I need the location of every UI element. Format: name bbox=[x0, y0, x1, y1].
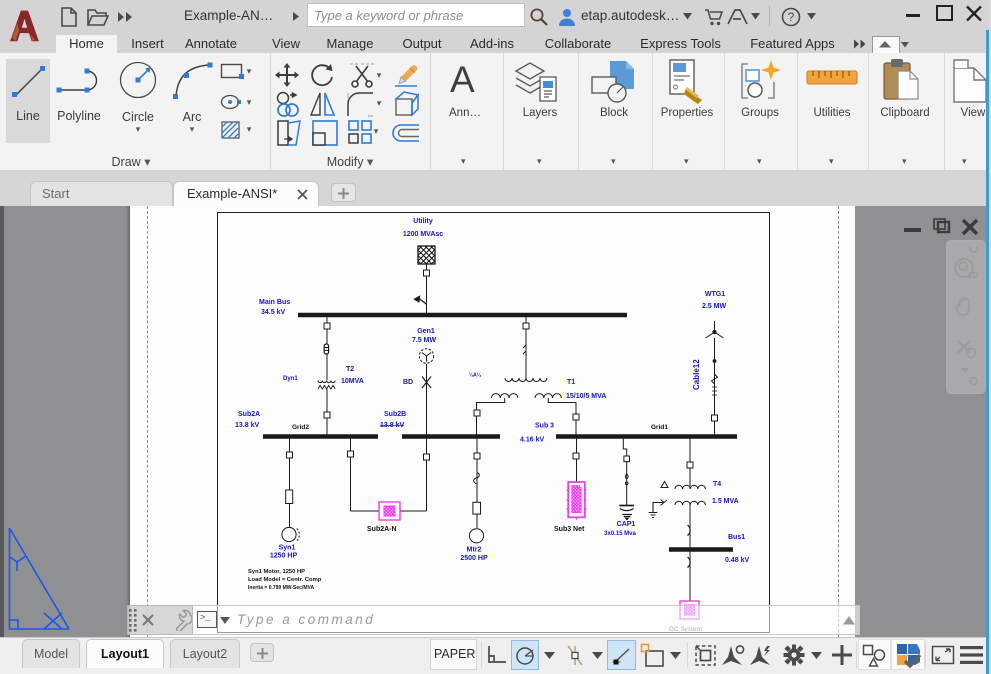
svg-text:Grid2: Grid2 bbox=[292, 424, 309, 431]
svg-text:34.5 kV: 34.5 kV bbox=[261, 309, 285, 316]
svg-text:T4: T4 bbox=[713, 481, 721, 488]
svg-text:Syn1 Motor, 1250 HP: Syn1 Motor, 1250 HP bbox=[248, 569, 305, 575]
svg-text:10MVA: 10MVA bbox=[341, 378, 364, 385]
svg-text:Syn1: Syn1 bbox=[279, 545, 296, 552]
svg-text:Load Model = Centr. Comp: Load Model = Centr. Comp bbox=[248, 577, 322, 583]
svg-text:Bus1: Bus1 bbox=[728, 534, 745, 541]
svg-text:1.5 MVA: 1.5 MVA bbox=[712, 498, 739, 505]
svg-text:CAP1: CAP1 bbox=[617, 521, 636, 528]
svg-text:2.5 MW: 2.5 MW bbox=[702, 303, 727, 310]
svg-text:Sub2B: Sub2B bbox=[384, 411, 406, 418]
svg-text:Grid1: Grid1 bbox=[651, 424, 668, 431]
svg-text:Sub 3: Sub 3 bbox=[535, 423, 554, 430]
svg-text:T2: T2 bbox=[346, 366, 354, 373]
svg-text:Utility: Utility bbox=[413, 218, 433, 225]
svg-text:15/10/5 MVA: 15/10/5 MVA bbox=[566, 393, 606, 400]
svg-text:?: ? bbox=[788, 10, 795, 24]
svg-text:T1: T1 bbox=[567, 379, 575, 386]
svg-text:Sub2A-N: Sub2A-N bbox=[367, 526, 397, 533]
svg-text:Sub3 Net: Sub3 Net bbox=[554, 526, 585, 533]
svg-text:BD: BD bbox=[403, 379, 413, 386]
svg-text:Gen1: Gen1 bbox=[417, 328, 435, 335]
svg-text:Inertia = 0.799 MW-Sec/MVA: Inertia = 0.799 MW-Sec/MVA bbox=[248, 585, 314, 591]
svg-text:Mtr2: Mtr2 bbox=[467, 547, 482, 554]
svg-text:Sub2A: Sub2A bbox=[238, 411, 260, 418]
svg-text:Cable12: Cable12 bbox=[692, 359, 701, 390]
svg-text:7.5 MW: 7.5 MW bbox=[412, 337, 437, 344]
svg-text:1250 HP: 1250 HP bbox=[270, 553, 298, 560]
svg-text:Dyn1: Dyn1 bbox=[283, 376, 298, 382]
svg-text:WTG1: WTG1 bbox=[705, 291, 725, 298]
svg-text:0.48 kV: 0.48 kV bbox=[725, 557, 749, 564]
svg-text:1200 MVAsc: 1200 MVAsc bbox=[403, 231, 443, 238]
svg-text:3x0.15 Mva: 3x0.15 Mva bbox=[604, 531, 636, 537]
svg-text:Main Bus: Main Bus bbox=[259, 299, 290, 306]
svg-text:2D: 2D bbox=[968, 271, 978, 280]
svg-text:2500 HP: 2500 HP bbox=[460, 555, 488, 562]
svg-text:4.16 kV: 4.16 kV bbox=[520, 437, 544, 444]
svg-text:¼A¼: ¼A¼ bbox=[469, 372, 482, 379]
svg-text:13.8 kV: 13.8 kV bbox=[235, 422, 259, 429]
svg-text:13.8 kV: 13.8 kV bbox=[380, 422, 404, 429]
